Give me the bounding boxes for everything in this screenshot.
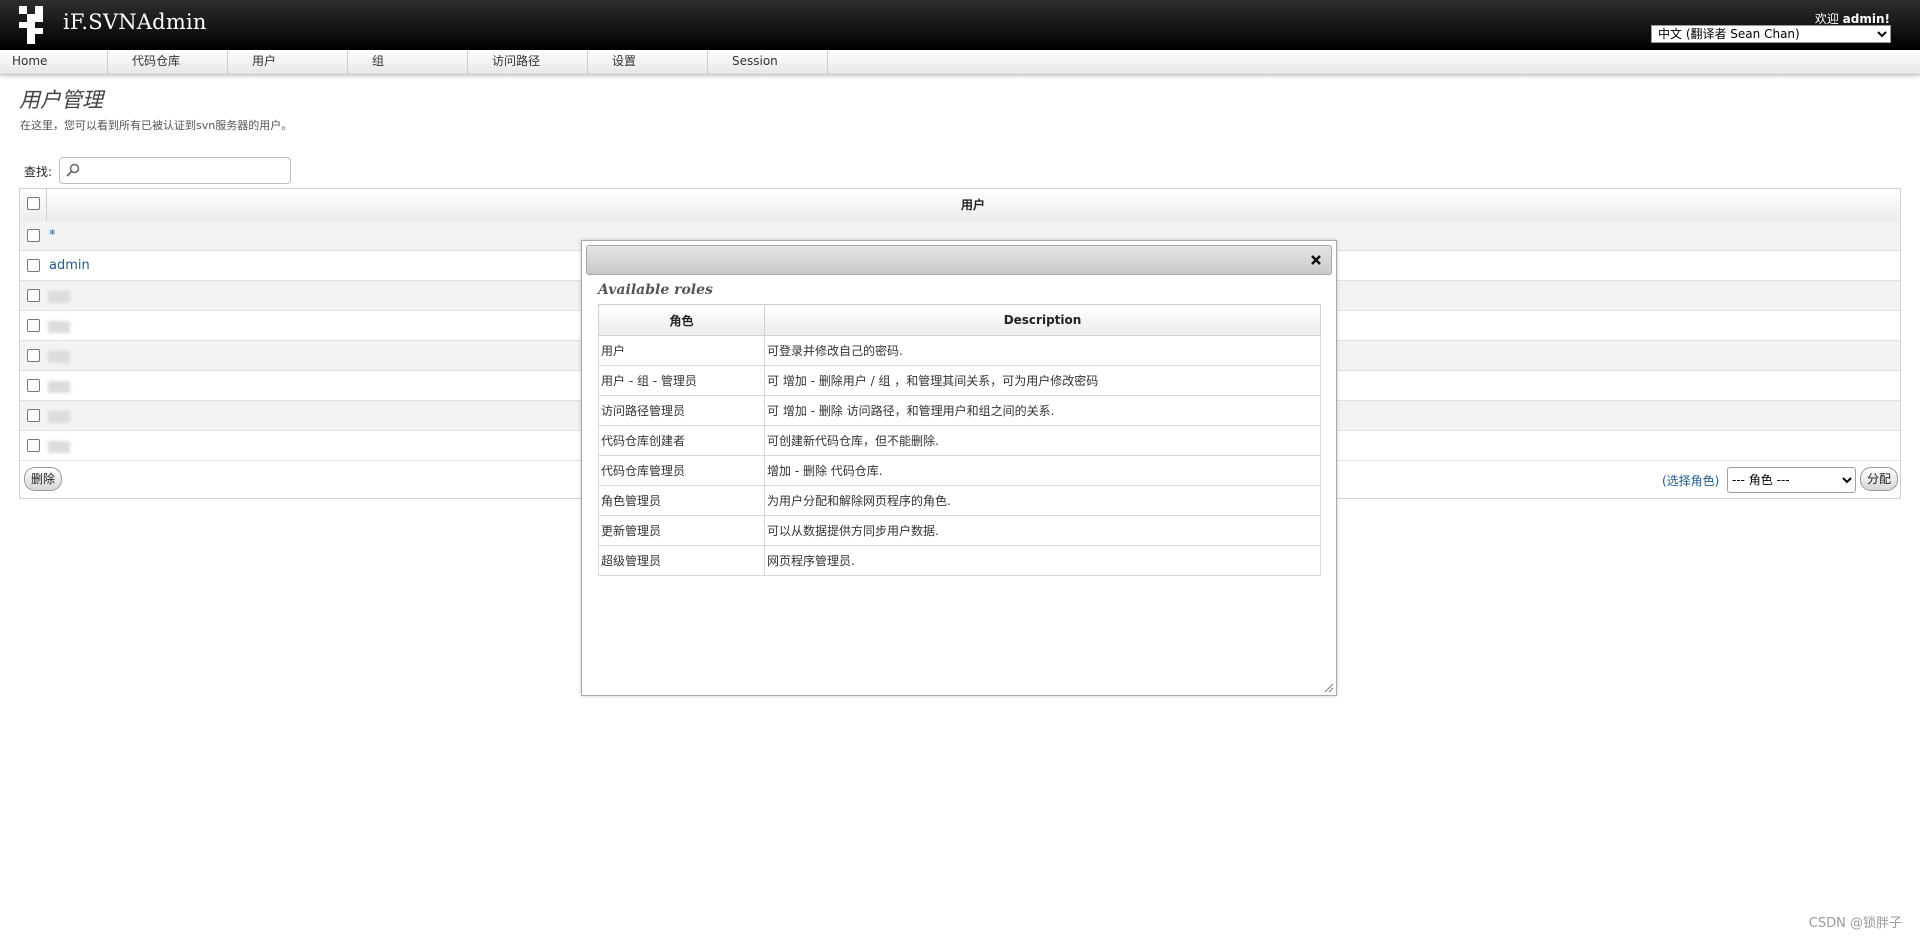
watermark: CSDN @锁胖子 xyxy=(1808,916,1902,931)
role-description: 可以从数据提供方同步用户数据. xyxy=(764,515,1321,546)
role-column-header: 角色 xyxy=(598,304,765,336)
role-description: 可登录并修改自己的密码. xyxy=(764,335,1321,366)
welcome-user: admin! xyxy=(1842,12,1890,26)
search-input[interactable] xyxy=(84,161,288,182)
close-icon[interactable] xyxy=(1309,253,1323,267)
row-checkbox[interactable] xyxy=(27,319,40,332)
role-name: 代码仓库管理员 xyxy=(598,455,765,486)
role-name: 角色管理员 xyxy=(598,485,765,516)
role-row: 用户 可登录并修改自己的密码. xyxy=(598,335,1321,366)
roles-table: 角色 Description 用户 可登录并修改自己的密码. 用户 - 组 - … xyxy=(598,304,1321,576)
redacted-username xyxy=(48,321,70,333)
role-row: 更新管理员 可以从数据提供方同步用户数据. xyxy=(598,515,1321,546)
role-row: 代码仓库管理员 增加 - 删除 代码仓库. xyxy=(598,455,1321,486)
row-checkbox[interactable] xyxy=(27,349,40,362)
users-table-header: 用户 xyxy=(20,189,1900,222)
logo-icon xyxy=(19,6,44,44)
search-label: 查找: xyxy=(24,165,53,179)
role-row: 角色管理员 为用户分配和解除网页程序的角色. xyxy=(598,485,1321,516)
role-description: 增加 - 删除 代码仓库. xyxy=(764,455,1321,486)
row-checkbox[interactable] xyxy=(27,259,40,272)
role-description: 为用户分配和解除网页程序的角色. xyxy=(764,485,1321,516)
role-name: 访问路径管理员 xyxy=(598,395,765,426)
role-name: 代码仓库创建者 xyxy=(598,425,765,456)
role-row: 代码仓库创建者 可创建新代码仓库，但不能删除. xyxy=(598,425,1321,456)
role-select[interactable]: --- 角色 --- xyxy=(1727,467,1856,493)
nav-users[interactable]: 用户 xyxy=(240,50,348,74)
search-icon xyxy=(66,163,80,177)
redacted-username xyxy=(48,351,70,363)
nav-repositories[interactable]: 代码仓库 xyxy=(120,50,228,74)
nav-settings[interactable]: 设置 xyxy=(600,50,708,74)
resize-grip-icon[interactable] xyxy=(1322,681,1334,693)
role-description: 可 增加 - 删除用户 / 组 ，和管理其间关系，可为用户修改密码 xyxy=(764,365,1321,396)
row-checkbox[interactable] xyxy=(27,409,40,422)
redacted-username xyxy=(48,291,70,303)
role-name: 超级管理员 xyxy=(598,545,765,576)
main-nav: Home 代码仓库 用户 组 访问路径 设置 Session xyxy=(0,50,1920,75)
row-checkbox[interactable] xyxy=(27,229,40,242)
role-name: 用户 - 组 - 管理员 xyxy=(598,365,765,396)
nav-session[interactable]: Session xyxy=(720,50,828,74)
dialog-heading: Available roles xyxy=(598,282,713,298)
user-link[interactable]: * xyxy=(49,228,56,243)
available-roles-dialog: Available roles 角色 Description 用户 可登录并修改… xyxy=(581,240,1337,696)
nav-groups[interactable]: 组 xyxy=(360,50,468,74)
delete-button[interactable]: 删除 xyxy=(24,467,63,491)
row-checkbox[interactable] xyxy=(27,289,40,302)
row-checkbox[interactable] xyxy=(27,439,40,452)
role-description: 可创建新代码仓库，但不能删除. xyxy=(764,425,1321,456)
row-checkbox[interactable] xyxy=(27,379,40,392)
assign-button[interactable]: 分配 xyxy=(1860,467,1899,491)
welcome-prefix: 欢迎 xyxy=(1814,12,1839,26)
roles-table-header: 角色 Description xyxy=(598,304,1321,336)
redacted-username xyxy=(48,441,70,453)
select-role-link[interactable]: (选择角色) xyxy=(1662,472,1719,489)
nav-home[interactable]: Home xyxy=(0,50,108,74)
page-description: 在这里，您可以看到所有已被认证到svn服务器的用户。 xyxy=(20,119,293,132)
page-title: 用户管理 xyxy=(19,88,103,112)
select-all-cell xyxy=(20,189,47,221)
role-row: 访问路径管理员 可 增加 - 删除 访问路径，和管理用户和组之间的关系. xyxy=(598,395,1321,426)
role-name: 用户 xyxy=(598,335,765,366)
role-description: 网页程序管理员. xyxy=(764,545,1321,576)
role-row: 用户 - 组 - 管理员 可 增加 - 删除用户 / 组 ，和管理其间关系，可为… xyxy=(598,365,1321,396)
nav-access-paths[interactable]: 访问路径 xyxy=(480,50,588,74)
users-column-header: 用户 xyxy=(960,198,985,212)
role-name: 更新管理员 xyxy=(598,515,765,546)
description-column-header: Description xyxy=(764,304,1321,336)
role-description: 可 增加 - 删除 访问路径，和管理用户和组之间的关系. xyxy=(764,395,1321,426)
app-title: iF.SVNAdmin xyxy=(63,10,207,34)
select-all-checkbox[interactable] xyxy=(27,197,40,210)
language-select[interactable]: 中文 (翻译者 Sean Chan) xyxy=(1651,25,1891,43)
dialog-titlebar[interactable] xyxy=(586,245,1332,275)
search-box[interactable] xyxy=(59,157,291,184)
redacted-username xyxy=(48,411,70,423)
role-row: 超级管理员 网页程序管理员. xyxy=(598,545,1321,576)
redacted-username xyxy=(48,381,70,393)
user-link[interactable]: admin xyxy=(49,258,90,273)
top-header: iF.SVNAdmin 欢迎 admin! 中文 (翻译者 Sean Chan) xyxy=(0,0,1920,50)
